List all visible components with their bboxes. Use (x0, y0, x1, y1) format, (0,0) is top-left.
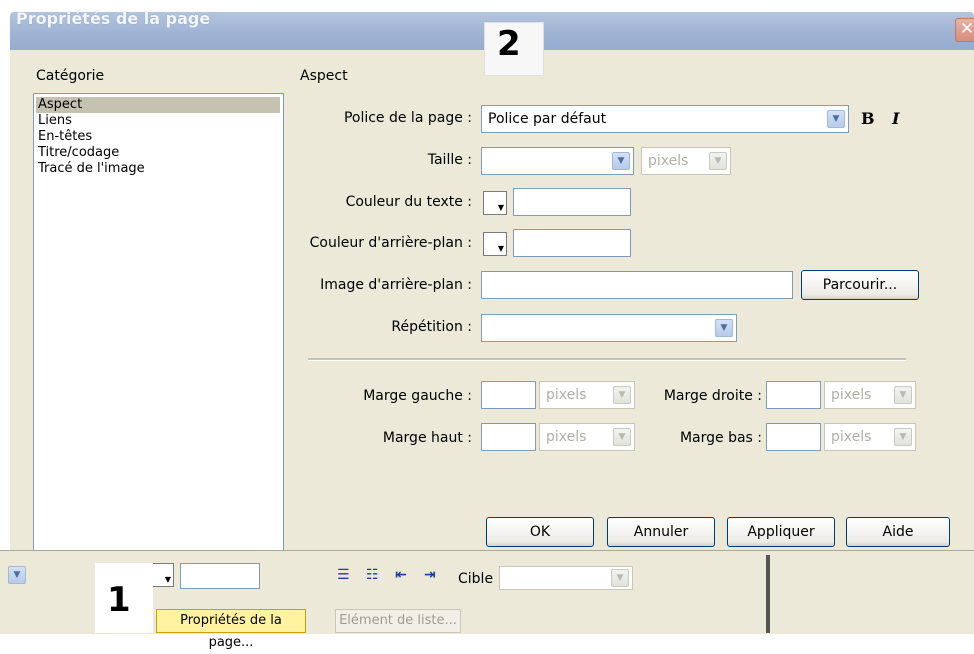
repeat-select[interactable]: ▼ (481, 314, 737, 342)
dialog-title: Propriétés de la page (16, 9, 211, 28)
chevron-down-icon: ▼ (894, 428, 912, 446)
margin-top-label: Marge haut : (382, 430, 472, 446)
category-item-headings[interactable]: En-têtes (36, 129, 280, 145)
chevron-down-icon: ▼ (715, 319, 733, 337)
margin-bottom-unit-select[interactable]: pixels ▼ (824, 423, 916, 451)
close-button[interactable]: ✕ (955, 18, 974, 42)
chevron-down-icon[interactable]: ▼ (8, 566, 26, 584)
bg-color-swatch[interactable]: ▼ (483, 232, 507, 256)
target-label: Cible (458, 571, 494, 587)
category-item-tracing-image[interactable]: Tracé de l'image (36, 161, 280, 177)
aspect-heading: Aspect (300, 68, 348, 84)
target-select[interactable]: ▼ (499, 566, 633, 590)
margin-bottom-field[interactable] (766, 423, 821, 451)
margin-right-unit-select[interactable]: pixels ▼ (824, 381, 916, 409)
chevron-down-icon: ▼ (164, 575, 171, 584)
margin-right-label: Marge droite : (663, 388, 762, 404)
help-button[interactable]: Aide (846, 517, 950, 547)
bold-button[interactable]: B (861, 109, 875, 128)
bg-image-label: Image d'arrière-plan : (320, 277, 472, 293)
text-color-swatch[interactable]: ▼ (483, 191, 507, 215)
cancel-button[interactable]: Annuler (607, 517, 715, 547)
category-item-links[interactable]: Liens (36, 113, 280, 129)
outdent-icon[interactable]: ⇤ (395, 567, 407, 583)
italic-button[interactable]: I (892, 109, 899, 128)
margin-left-field[interactable] (481, 381, 536, 409)
list-item-button[interactable]: Elément de liste... (335, 609, 461, 633)
chevron-down-icon: ▼ (613, 428, 631, 446)
indent-icon[interactable]: ⇥ (424, 567, 436, 583)
margin-top-unit-value: pixels (546, 429, 587, 445)
ok-button[interactable]: OK (486, 517, 594, 547)
panel-separator (766, 555, 770, 633)
size-unit-value: pixels (648, 153, 689, 169)
chevron-down-icon: ▼ (497, 203, 504, 212)
inspector-color-swatch[interactable]: ▼ (150, 563, 174, 587)
margin-right-field[interactable] (766, 381, 821, 409)
step-1-label: 1 (107, 580, 131, 620)
category-list[interactable]: Aspect Liens En-têtes Titre/codage Tracé… (33, 93, 284, 552)
size-select[interactable]: ▼ (481, 147, 634, 175)
margin-top-field[interactable] (481, 423, 536, 451)
category-heading: Catégorie (36, 68, 105, 84)
chevron-down-icon: ▼ (497, 244, 504, 253)
close-icon: ✕ (959, 19, 974, 39)
font-select[interactable]: Police par défaut ▼ (481, 105, 849, 133)
chevron-down-icon: ▼ (612, 152, 630, 170)
margin-bottom-label: Marge bas : (679, 430, 762, 446)
unordered-list-icon[interactable]: ☰ (337, 567, 350, 583)
font-value: Police par défaut (488, 111, 607, 127)
size-label: Taille : (427, 152, 472, 168)
text-color-label: Couleur du texte : (345, 194, 472, 210)
chevron-down-icon: ▼ (709, 152, 727, 170)
ordered-list-icon[interactable]: ☷ (366, 567, 379, 583)
chevron-down-icon: ▼ (613, 386, 631, 404)
apply-button[interactable]: Appliquer (727, 517, 835, 547)
bg-image-field[interactable] (481, 271, 793, 299)
section-divider (308, 358, 906, 361)
category-item-title-encoding[interactable]: Titre/codage (36, 145, 280, 161)
repeat-label: Répétition : (391, 319, 472, 335)
inspector-color-field[interactable] (180, 563, 260, 589)
text-color-field[interactable] (513, 188, 631, 216)
chevron-down-icon: ▼ (611, 569, 629, 587)
browse-button[interactable]: Parcourir... (801, 270, 919, 300)
chevron-down-icon: ▼ (894, 386, 912, 404)
category-item-aspect[interactable]: Aspect (36, 97, 280, 113)
margin-bottom-unit-value: pixels (831, 429, 872, 445)
font-label: Police de la page : (343, 110, 472, 126)
margin-left-unit-select[interactable]: pixels ▼ (539, 381, 635, 409)
bg-color-field[interactable] (513, 229, 631, 257)
chevron-down-icon: ▼ (827, 110, 845, 128)
page-properties-button[interactable]: Propriétés de la page... (156, 609, 306, 650)
margin-right-unit-value: pixels (831, 387, 872, 403)
margin-left-label: Marge gauche : (363, 388, 472, 404)
bg-color-label: Couleur d'arrière-plan : (309, 235, 472, 251)
margin-top-unit-select[interactable]: pixels ▼ (539, 423, 635, 451)
margin-left-unit-value: pixels (546, 387, 587, 403)
size-unit-select[interactable]: pixels ▼ (641, 147, 731, 175)
step-2-label: 2 (497, 24, 521, 64)
